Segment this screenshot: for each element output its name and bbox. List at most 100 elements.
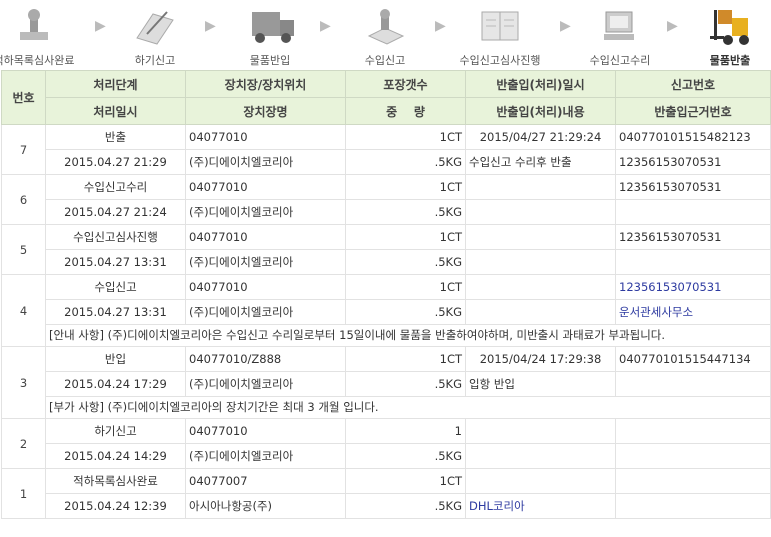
declaration-no [615, 468, 771, 494]
stage: 수입신고수리 [45, 174, 186, 200]
col-stage: 처리단계 [45, 70, 186, 98]
location: 04077010 [185, 418, 346, 444]
location: 04077010 [185, 174, 346, 200]
table-row: 2015.04.27 13:31 (주)디에이치엘코리아 .5KG 운서관세사무… [2, 299, 771, 325]
table-row: 2015.04.24 14:29 (주)디에이치엘코리아 .5KG [2, 443, 771, 469]
col-no: 번호 [1, 70, 46, 125]
location-name: (주)디에이치엘코리아 [185, 371, 346, 397]
basis-no: 12356153070531 [615, 149, 771, 175]
col-weight: 중 량 [345, 97, 466, 125]
inout-datetime [465, 174, 616, 200]
arrow-icon: ▶ [560, 18, 571, 34]
weight: .5KG [345, 493, 466, 519]
step-carry-in: 물품반입 [240, 0, 300, 67]
stage: 수입신고심사진행 [45, 224, 186, 250]
table-row: 2015.04.27 21:24 (주)디에이치엘코리아 .5KG [2, 199, 771, 225]
step-review-in-progress: 수입신고심사진행 [460, 0, 540, 67]
step-label: 물품반입 [249, 54, 291, 67]
declaration-no [615, 418, 771, 444]
location-name: (주)디에이치엘코리아 [185, 149, 346, 175]
additional-info-text: [부가 사항] (주)디에이치엘코리아의 장치기간은 최대 3 개월 입니다. [45, 396, 771, 419]
table-row: [안내 사항] (주)디에이치엘코리아은 수입신고 수리일로부터 15일이내에 … [2, 324, 771, 347]
basis-no [615, 371, 771, 397]
col-inout-desc: 반출입(처리)내용 [465, 97, 616, 125]
location: 04077010/Z888 [185, 346, 346, 372]
truck-icon [248, 6, 294, 46]
packages: 1CT [345, 346, 466, 372]
row-no: 2 [1, 418, 46, 469]
location-name: 아시아나항공(주) [185, 493, 346, 519]
declaration-no-link[interactable]: 12356153070531 [615, 274, 771, 300]
arrow-icon: ▶ [435, 18, 446, 34]
table-row: 2015.04.24 17:29 (주)디에이치엘코리아 .5KG 입항 반입 [2, 371, 771, 397]
step-acceptance: 수입신고수리 [590, 0, 650, 67]
customs-broker-link[interactable]: 운서관세사무소 [615, 299, 771, 325]
col-basis-no: 반출입근거번호 [615, 97, 771, 125]
date: 2015.04.27 21:29 [45, 149, 186, 175]
row-no: 4 [1, 274, 46, 347]
table-row: 2015.04.24 12:39 아시아나항공(주) .5KG DHL코리아 [2, 493, 771, 519]
inout-desc: 입항 반입 [465, 371, 616, 397]
arrow-icon: ▶ [205, 18, 216, 34]
inout-datetime: 2015/04/27 21:29:24 [465, 124, 616, 150]
packages: 1 [345, 418, 466, 444]
location: 04077010 [185, 224, 346, 250]
inout-desc [465, 299, 616, 325]
col-location: 장치장/장치위치 [185, 70, 346, 98]
weight: .5KG [345, 443, 466, 469]
packages: 1CT [345, 468, 466, 494]
step-unloading: 하기신고 [130, 0, 180, 67]
col-declaration-no: 신고번호 [615, 70, 771, 98]
inout-datetime [465, 224, 616, 250]
location: 04077010 [185, 124, 346, 150]
basis-no [615, 443, 771, 469]
stamp-icon [12, 6, 56, 46]
inout-desc [465, 199, 616, 225]
col-location-name: 장치장명 [185, 97, 346, 125]
arrow-icon: ▶ [667, 18, 678, 34]
weight: .5KG [345, 299, 466, 325]
step-label: 수입신고 [364, 54, 406, 67]
date: 2015.04.27 21:24 [45, 199, 186, 225]
inout-desc [465, 443, 616, 469]
table-row: 2 하기신고 04077010 1 [1, 418, 771, 469]
weight: .5KG [345, 371, 466, 397]
step-import-declaration: 수입신고 [355, 0, 415, 67]
stage: 하기신고 [45, 418, 186, 444]
inout-desc [465, 249, 616, 275]
location-name: (주)디에이치엘코리아 [185, 299, 346, 325]
computer-icon [598, 6, 642, 46]
step-label: 수입신고심사진행 [459, 54, 541, 67]
location-name: (주)디에이치엘코리아 [185, 199, 346, 225]
arrow-icon: ▶ [95, 18, 106, 34]
row-no: 3 [1, 346, 46, 419]
date: 2015.04.24 17:29 [45, 371, 186, 397]
forklift-icon [708, 6, 752, 46]
packages: 1CT [345, 174, 466, 200]
declaration-no: 12356153070531 [615, 224, 771, 250]
declaration-no: 040770101515447134 [615, 346, 771, 372]
inout-datetime [465, 274, 616, 300]
date: 2015.04.27 13:31 [45, 299, 186, 325]
declaration-no: 12356153070531 [615, 174, 771, 200]
step-label: 물품반출 [709, 54, 751, 67]
table-row: 3 반입 04077010/Z888 1CT 2015/04/24 17:29:… [1, 346, 771, 419]
table-row: 7 반출 04077010 1CT 2015/04/27 21:29:24 04… [1, 124, 771, 175]
location: 04077010 [185, 274, 346, 300]
weight: .5KG [345, 249, 466, 275]
step-label: 하기신고 [134, 54, 176, 67]
inout-datetime [465, 468, 616, 494]
basis-no [615, 493, 771, 519]
cargo-progress-table: 번호 처리단계 장치장/장치위치 포장갯수 반출입(처리)일시 신고번호 처리일… [1, 70, 771, 519]
col-date: 처리일시 [45, 97, 186, 125]
inout-datetime: 2015/04/24 17:29:38 [465, 346, 616, 372]
forwarder-link[interactable]: DHL코리아 [465, 493, 616, 519]
table-row: 1 적하목록심사완료 04077007 1CT [1, 468, 771, 519]
open-book-icon [478, 6, 522, 46]
progress-steps: 적하목록심사완료 ▶ 하기신고 ▶ 물품반입 ▶ 수입신고 ▶ 수입신고심사진행… [0, 0, 771, 68]
notice-text: [안내 사항] (주)디에이치엘코리아은 수입신고 수리일로부터 15일이내에 … [45, 324, 771, 347]
stage: 반출 [45, 124, 186, 150]
basis-no [615, 199, 771, 225]
packages: 1CT [345, 124, 466, 150]
date: 2015.04.24 14:29 [45, 443, 186, 469]
